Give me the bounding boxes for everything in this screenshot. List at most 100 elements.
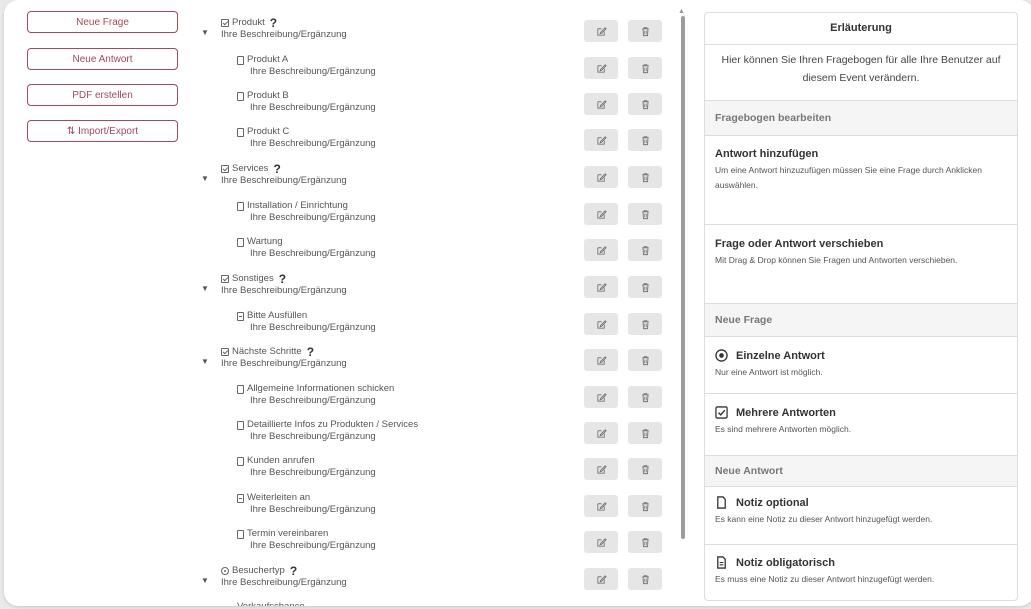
edit-button[interactable]: [584, 129, 618, 151]
item-description: Ihre Beschreibung/Ergänzung: [250, 212, 376, 223]
delete-button[interactable]: [628, 568, 662, 590]
collapse-caret-icon[interactable]: ▼: [201, 357, 209, 366]
create-pdf-button[interactable]: PDF erstellen: [27, 84, 178, 106]
answer-item[interactable]: Termin vereinbaren Ihre Beschreibung/Ergä…: [237, 528, 376, 552]
delete-button[interactable]: [628, 166, 662, 188]
edit-button[interactable]: [584, 239, 618, 261]
answer-item[interactable]: Verkaufschance: [237, 601, 305, 606]
delete-button[interactable]: [628, 458, 662, 480]
answer-item[interactable]: Bitte Ausfüllen Ihre Beschreibung/Ergänzu…: [237, 310, 376, 334]
answer-item[interactable]: Weiterleiten an Ihre Beschreibung/Ergänzu…: [237, 492, 376, 516]
trash-icon: [641, 537, 649, 547]
new-answer-button[interactable]: Neue Antwort: [27, 48, 178, 70]
edit-icon: [596, 26, 607, 36]
item-description: Ihre Beschreibung/Ergänzung: [250, 102, 376, 113]
delete-button[interactable]: [628, 276, 662, 298]
item-description: Ihre Beschreibung/Ergänzung: [221, 577, 347, 588]
single-answer-info: Einzelne Antwort Nur eine Antwort ist mö…: [705, 337, 1017, 394]
delete-button[interactable]: [628, 239, 662, 261]
item-description: Ihre Beschreibung/Ergänzung: [250, 540, 376, 551]
import-export-button[interactable]: ⇅ Import/Export: [27, 120, 178, 142]
collapse-caret-icon[interactable]: ▼: [201, 284, 209, 293]
scroll-up-icon[interactable]: ▲: [678, 8, 685, 15]
answer-title: Termin vereinbaren: [247, 528, 329, 539]
answer-item[interactable]: Produkt A Ihre Beschreibung/Ergänzung: [237, 54, 376, 78]
section-edit-questionnaire: Fragebogen bearbeiten: [705, 101, 1017, 136]
delete-button[interactable]: [628, 203, 662, 225]
edit-icon: [596, 172, 607, 182]
delete-button[interactable]: [628, 313, 662, 335]
move-info: Frage oder Antwort verschieben Mit Drag …: [705, 225, 1017, 304]
question-item[interactable]: Produkt? Ihre Beschreibung/Ergänzung: [221, 17, 347, 41]
delete-button[interactable]: [628, 531, 662, 553]
delete-button[interactable]: [628, 20, 662, 42]
note-optional-info: Notiz optional Es kann eine Notiz zu die…: [705, 487, 1017, 545]
move-desc: Mit Drag & Drop können Sie Fragen und An…: [715, 255, 958, 265]
edit-button[interactable]: [584, 276, 618, 298]
edit-button[interactable]: [584, 93, 618, 115]
new-question-button[interactable]: Neue Frage: [27, 11, 178, 33]
checkbox-icon: [715, 406, 728, 419]
edit-button[interactable]: [584, 313, 618, 335]
edit-button[interactable]: [584, 422, 618, 444]
answer-item[interactable]: Installation / Einrichtung Ihre Beschreib…: [237, 200, 376, 224]
edit-icon: [596, 428, 607, 438]
edit-button[interactable]: [584, 203, 618, 225]
delete-button[interactable]: [628, 422, 662, 444]
edit-button[interactable]: [584, 531, 618, 553]
delete-button[interactable]: [628, 129, 662, 151]
delete-button[interactable]: [628, 93, 662, 115]
edit-icon: [596, 464, 607, 474]
question-item[interactable]: Sonstiges? Ihre Beschreibung/Ergänzung: [221, 273, 347, 297]
panel-title: Erläuterung: [705, 13, 1017, 45]
answer-item[interactable]: Allgemeine Informationen schicken Ihre Be…: [237, 383, 394, 407]
answer-item[interactable]: Detaillierte Infos zu Produkten / Servic…: [237, 419, 418, 443]
item-description: Ihre Beschreibung/Ergänzung: [250, 248, 376, 259]
collapse-caret-icon[interactable]: ▼: [201, 28, 209, 37]
edit-button[interactable]: [584, 57, 618, 79]
question-item[interactable]: Nächste Schritte? Ihre Beschreibung/Ergän…: [221, 346, 347, 370]
import-export-label: Import/Export: [78, 126, 139, 137]
edit-icon: [596, 574, 607, 584]
edit-icon: [596, 209, 607, 219]
item-description: Ihre Beschreibung/Ergänzung: [221, 285, 347, 296]
add-answer-title: Antwort hinzufügen: [715, 148, 819, 160]
item-description: Ihre Beschreibung/Ergänzung: [221, 29, 347, 40]
delete-button[interactable]: [628, 349, 662, 371]
edit-button[interactable]: [584, 495, 618, 517]
edit-button[interactable]: [584, 458, 618, 480]
collapse-caret-icon[interactable]: ▼: [201, 576, 209, 585]
edit-icon: [596, 319, 607, 329]
question-mark-icon: ?: [278, 272, 287, 286]
edit-icon: [596, 63, 607, 73]
note-optional-title: Notiz optional: [736, 496, 809, 509]
answer-title: Detaillierte Infos zu Produkten / Servic…: [247, 419, 419, 430]
collapse-caret-icon[interactable]: ▼: [201, 174, 209, 183]
document-icon: [717, 496, 726, 509]
section-new-answer: Neue Antwort: [705, 456, 1017, 487]
delete-button[interactable]: [628, 495, 662, 517]
trash-icon: [641, 26, 649, 36]
question-item[interactable]: Services? Ihre Beschreibung/Ergänzung: [221, 163, 347, 187]
edit-icon: [596, 282, 607, 292]
note-required-info: Notiz obligatorisch Es muss eine Notiz z…: [705, 545, 1017, 600]
edit-button[interactable]: [584, 166, 618, 188]
edit-button[interactable]: [584, 349, 618, 371]
document-icon: [237, 55, 244, 65]
edit-button[interactable]: [584, 20, 618, 42]
delete-button[interactable]: [628, 386, 662, 408]
scrollbar[interactable]: [681, 16, 685, 539]
edit-icon: [596, 537, 607, 547]
item-description: Ihre Beschreibung/Ergänzung: [250, 322, 376, 333]
edit-button[interactable]: [584, 568, 618, 590]
answer-item[interactable]: Produkt C Ihre Beschreibung/Ergänzung: [237, 126, 376, 150]
question-item[interactable]: Besuchertyp? Ihre Beschreibung/Ergänzung: [221, 565, 347, 589]
answer-item[interactable]: Kunden anrufen Ihre Beschreibung/Ergänzun…: [237, 455, 376, 479]
delete-button[interactable]: [628, 57, 662, 79]
edit-button[interactable]: [584, 386, 618, 408]
item-description: Ihre Beschreibung/Ergänzung: [250, 66, 376, 77]
answer-item[interactable]: Produkt B Ihre Beschreibung/Ergänzung: [237, 90, 376, 114]
item-description: Ihre Beschreibung/Ergänzung: [250, 504, 376, 515]
editor-card: Neue Frage Neue Antwort PDF erstellen ⇅ …: [4, 0, 1031, 606]
answer-item[interactable]: Wartung Ihre Beschreibung/Ergänzung: [237, 236, 376, 260]
